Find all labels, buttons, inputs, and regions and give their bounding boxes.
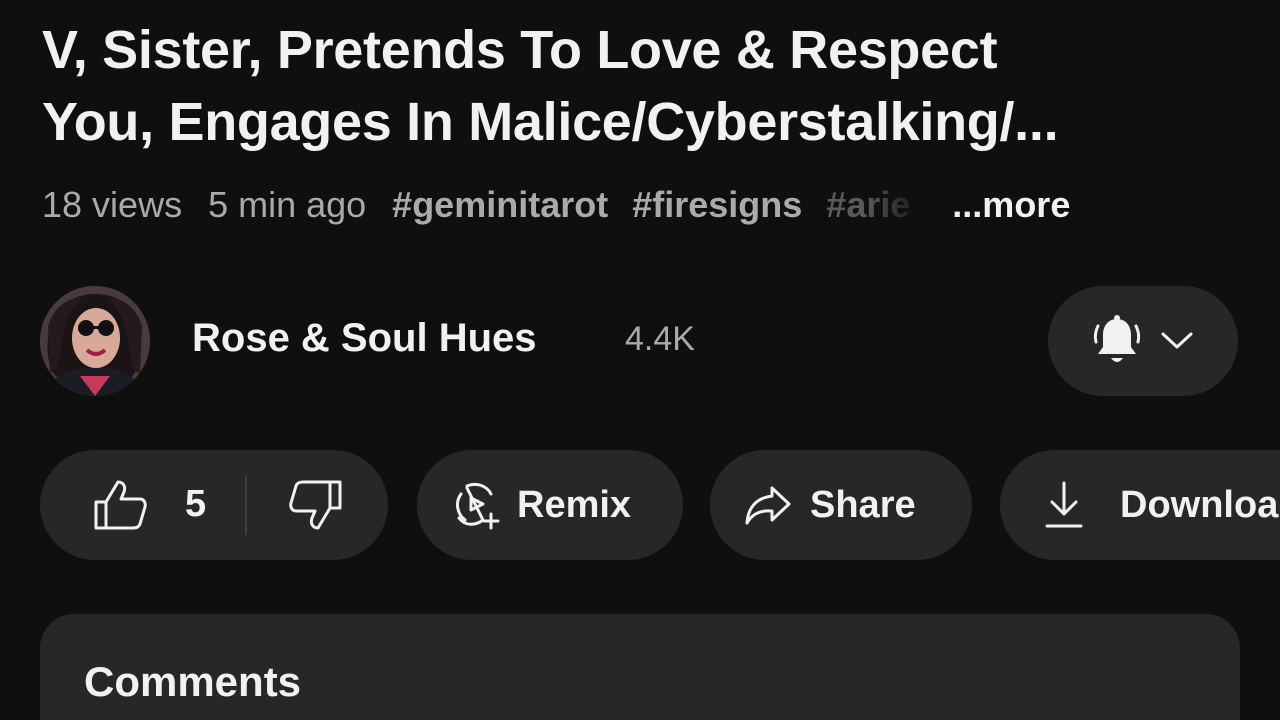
upload-age: 5 min ago bbox=[208, 184, 367, 225]
download-icon bbox=[1044, 480, 1084, 530]
channel-row: Rose & Soul Hues 4.4K bbox=[40, 286, 1240, 396]
comments-title: Comments bbox=[84, 658, 302, 705]
chevron-down-icon bbox=[1160, 331, 1194, 351]
view-count: 18 views bbox=[42, 184, 183, 225]
download-label: Download bbox=[1120, 483, 1280, 526]
action-bar: 5 Remix Share Downloa bbox=[40, 450, 1280, 560]
download-button[interactable]: Download bbox=[1000, 450, 1280, 560]
subscriber-count: 4.4K bbox=[625, 320, 695, 358]
channel-avatar[interactable] bbox=[40, 286, 150, 396]
comments-panel[interactable]: Comments bbox=[40, 614, 1240, 720]
more-description-link[interactable]: ...more bbox=[952, 184, 1070, 226]
remix-label: Remix bbox=[517, 483, 632, 526]
like-count: 5 bbox=[185, 483, 207, 525]
hashtag-firesigns[interactable]: #firesigns bbox=[632, 184, 802, 226]
bell-icon bbox=[1092, 314, 1142, 368]
share-button[interactable]: Share bbox=[710, 450, 972, 560]
like-divider bbox=[245, 475, 247, 535]
hashtag-geminitarot[interactable]: #geminitarot bbox=[392, 184, 608, 226]
like-dislike-pill: 5 bbox=[40, 450, 388, 560]
hashtag-aries[interactable]: #arie bbox=[826, 184, 926, 226]
avatar-image bbox=[40, 286, 150, 396]
video-title-line-2[interactable]: You, Engages In Malice/Cyberstalking/... bbox=[42, 86, 1242, 158]
share-label: Share bbox=[810, 483, 916, 526]
channel-name[interactable]: Rose & Soul Hues bbox=[192, 316, 537, 361]
video-watch-page: V, Sister, Pretends To Love & Respect Yo… bbox=[0, 0, 1280, 720]
remix-button[interactable]: Remix bbox=[417, 450, 683, 560]
video-title[interactable]: V, Sister, Pretends To Love & Respect Yo… bbox=[42, 14, 1242, 158]
video-title-line-1[interactable]: V, Sister, Pretends To Love & Respect bbox=[42, 14, 1242, 86]
share-icon bbox=[744, 484, 792, 526]
notification-settings-button[interactable] bbox=[1048, 286, 1238, 396]
video-meta-row[interactable]: 18 views 5 min ago #geminitarot #firesig… bbox=[42, 182, 1242, 228]
thumbs-up-icon[interactable] bbox=[92, 478, 148, 532]
thumbs-down-icon[interactable] bbox=[288, 478, 344, 532]
remix-icon bbox=[453, 480, 501, 530]
